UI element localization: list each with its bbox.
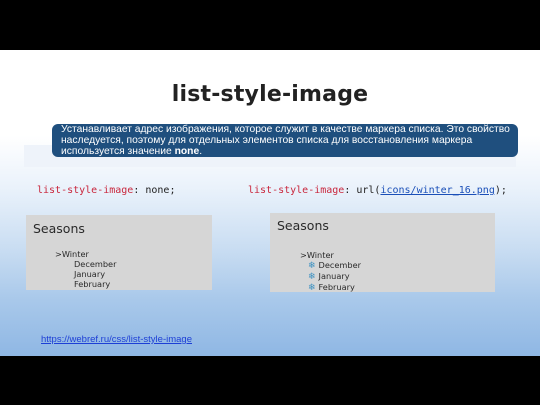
code-example-url: list-style-image: url(icons/winter_16.pn… [248,185,507,196]
slide: list-style-image Устанавливает адрес изо… [0,50,540,356]
description-end: . [199,146,203,157]
slide-title: list-style-image [171,82,369,107]
list-item: December [74,259,117,269]
code-end: ; [169,185,176,196]
source-link[interactable]: https://webref.ru/css/list-style-image [41,334,192,345]
code-example-none: list-style-image: none; [37,185,176,196]
code-url-value[interactable]: icons/winter_16.png [380,185,494,196]
demo-heading: Seasons [33,221,85,236]
list-item: ❄ February [308,282,355,293]
list-item-parent: >Winter [300,250,334,260]
demo-heading: Seasons [277,218,329,233]
code-property: list-style-image [248,185,345,196]
list-item: February [74,279,111,289]
code-separator: : [133,185,146,196]
list-item: ❄ December [308,260,362,271]
code-end: ); [494,185,507,196]
snowflake-icon: ❄ [308,283,316,293]
list-item: ❄ January [308,271,350,282]
description-box: Устанавливает адрес изображения, которое… [52,124,518,157]
code-property: list-style-image [37,185,134,196]
list-item-parent: >Winter [55,249,89,259]
description-keyword: none [174,146,200,157]
demo-list-with-image: Seasons >Winter ❄ December ❄ January ❄ Febr… [270,213,495,293]
description-text: Устанавливает адрес изображения, которое… [61,124,510,157]
code-separator: : url( [344,185,381,196]
demo-list-no-image: Seasons >Winter December January Februar… [26,215,212,290]
code-value: none [145,185,170,196]
snowflake-icon: ❄ [308,261,316,271]
snowflake-icon: ❄ [308,272,316,282]
list-item: January [74,269,106,279]
